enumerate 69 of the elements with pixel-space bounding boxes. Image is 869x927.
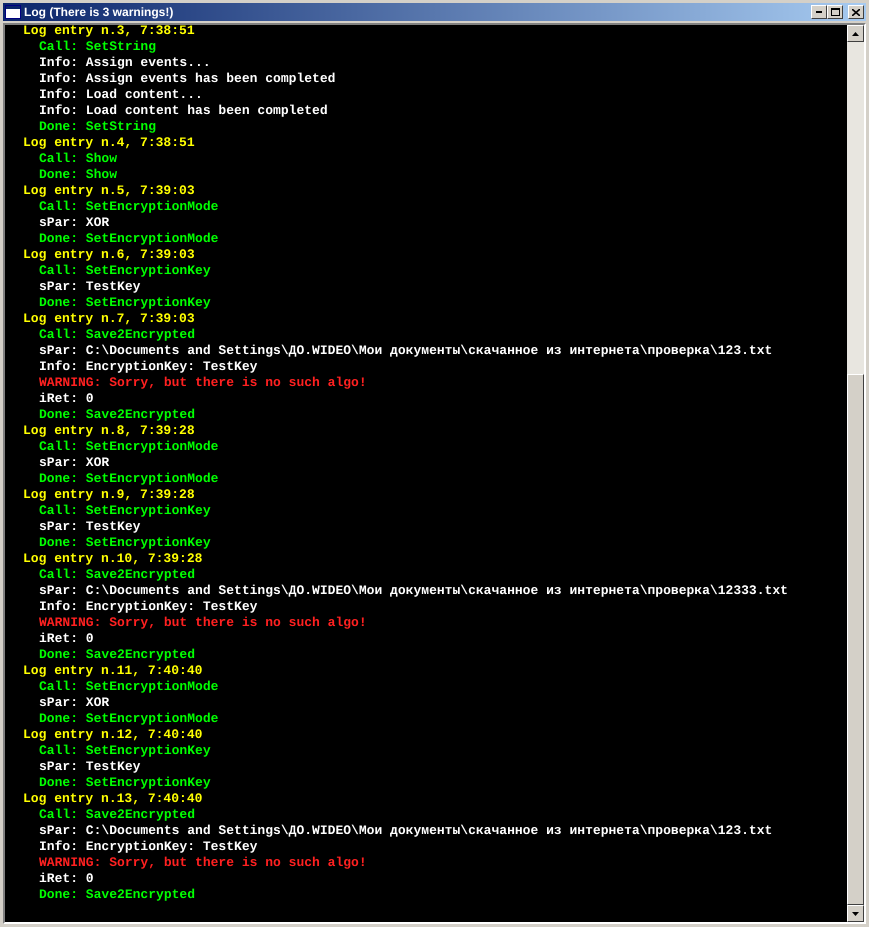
info-line: iRet: 0	[39, 391, 94, 406]
scrollbar[interactable]	[847, 25, 864, 922]
minimize-button[interactable]	[811, 5, 827, 19]
log-entry-header: Log entry n.13, 7:40:40	[23, 791, 202, 806]
info-line: Info: Assign events...	[39, 55, 211, 70]
call-line: Call: Save2Encrypted	[39, 807, 196, 822]
call-line: Call: SetEncryptionKey	[39, 743, 211, 758]
info-line: sPar: C:\Documents and Settings\ДО.WIDEO\Мои документы\скачанное из интернета\проверка\123.txt	[39, 343, 772, 358]
call-line: Call: Save2Encrypted	[39, 567, 196, 582]
close-button[interactable]	[848, 5, 864, 19]
call-line: Call: SetEncryptionKey	[39, 263, 211, 278]
scroll-down-button[interactable]	[847, 905, 864, 922]
warning-line: WARNING: Sorry, but there is no such algo!	[39, 855, 367, 870]
info-line: sPar: TestKey	[39, 519, 140, 534]
warning-line: WARNING: Sorry, but there is no such algo!	[39, 615, 367, 630]
info-line: iRet: 0	[39, 631, 94, 646]
log-entry-header: Log entry n.3, 7:38:51	[23, 25, 195, 38]
log-entry-header: Log entry n.5, 7:39:03	[23, 183, 195, 198]
call-line: Done: Save2Encrypted	[39, 407, 196, 422]
call-line: Call: Save2Encrypted	[39, 327, 196, 342]
minimize-icon	[816, 11, 822, 13]
call-line: Done: SetEncryptionMode	[39, 231, 218, 246]
call-line: Done: SetEncryptionKey	[39, 775, 211, 790]
call-line: Call: Show	[39, 151, 118, 166]
call-line: Done: Show	[39, 167, 118, 182]
log-entry-header: Log entry n.4, 7:38:51	[23, 135, 195, 150]
info-line: sPar: TestKey	[39, 279, 140, 294]
scroll-up-button[interactable]	[847, 25, 864, 42]
call-line: Done: Save2Encrypted	[39, 647, 196, 662]
window-icon	[5, 5, 21, 19]
info-line: Info: EncryptionKey: TestKey	[39, 359, 258, 374]
info-line: Info: Assign events has been completed	[39, 71, 336, 86]
log-entry-header: Log entry n.12, 7:40:40	[23, 727, 202, 742]
call-line: Done: SetEncryptionMode	[39, 471, 218, 486]
call-line: Call: SetEncryptionMode	[39, 679, 218, 694]
info-line: sPar: XOR	[39, 455, 110, 470]
info-line: Info: Load content...	[39, 87, 203, 102]
info-line: sPar: XOR	[39, 695, 110, 710]
call-line: Call: SetEncryptionMode	[39, 199, 218, 214]
info-line: Info: EncryptionKey: TestKey	[39, 599, 258, 614]
info-line: iRet: 0	[39, 871, 94, 886]
call-line: Done: SetEncryptionMode	[39, 711, 218, 726]
log-entry-header: Log entry n.9, 7:39:28	[23, 487, 195, 502]
info-line: sPar: C:\Documents and Settings\ДО.WIDEO\Мои документы\скачанное из интернета\проверка\12333.txt	[39, 583, 788, 598]
info-line: sPar: XOR	[39, 215, 110, 230]
call-line: Done: SetString	[39, 119, 156, 134]
down-arrow-icon	[852, 912, 859, 916]
window-title: Log (There is 3 warnings!)	[24, 6, 174, 18]
info-line: sPar: TestKey	[39, 759, 140, 774]
log-entry-header: Log entry n.6, 7:39:03	[23, 247, 195, 262]
info-line: sPar: C:\Documents and Settings\ДО.WIDEO\Мои документы\скачанное из интернета\проверка\123.txt	[39, 823, 772, 838]
call-line: Call: SetEncryptionMode	[39, 439, 218, 454]
log-entry-header: Log entry n.10, 7:39:28	[23, 551, 202, 566]
log-entry-header: Log entry n.8, 7:39:28	[23, 423, 195, 438]
call-line: Done: SetEncryptionKey	[39, 535, 211, 550]
call-line: Call: SetString	[39, 39, 156, 54]
scroll-thumb[interactable]	[847, 374, 864, 905]
maximize-icon	[830, 8, 840, 16]
call-line: Call: SetEncryptionKey	[39, 503, 211, 518]
info-line: Info: EncryptionKey: TestKey	[39, 839, 258, 854]
call-line: Done: Save2Encrypted	[39, 887, 196, 902]
close-icon	[852, 8, 860, 16]
maximize-button[interactable]	[827, 5, 843, 19]
up-arrow-icon	[852, 32, 859, 36]
warning-line: WARNING: Sorry, but there is no such algo!	[39, 375, 367, 390]
call-line: Done: SetEncryptionKey	[39, 295, 211, 310]
info-line: Info: Load content has been completed	[39, 103, 328, 118]
log-entry-header: Log entry n.7, 7:39:03	[23, 311, 195, 326]
log-entry-header: Log entry n.11, 7:40:40	[23, 663, 202, 678]
